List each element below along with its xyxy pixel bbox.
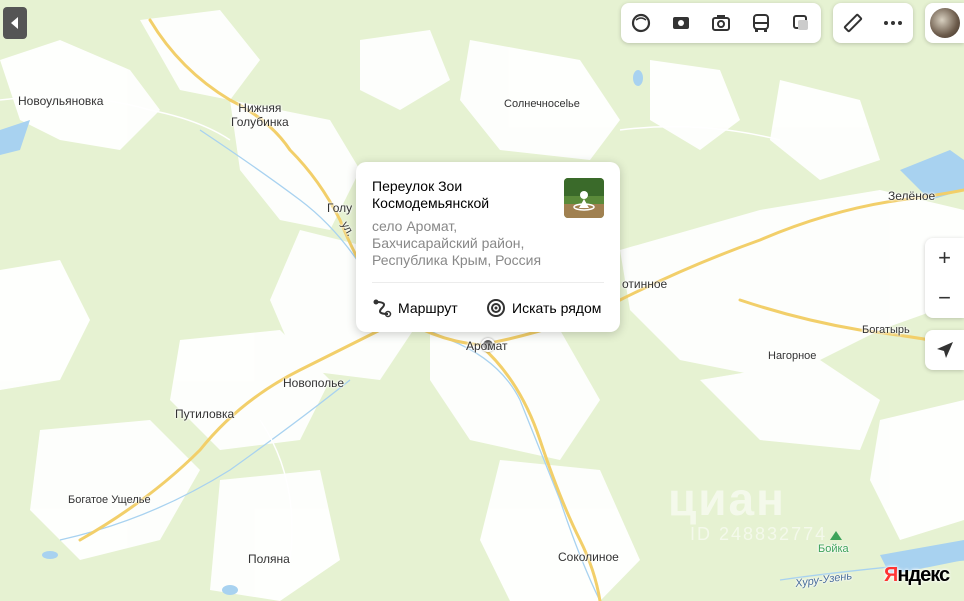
photo-button[interactable] xyxy=(701,3,741,43)
place-aromat[interactable]: Аромат xyxy=(466,339,508,353)
place-novoulyanovka[interactable]: Новоульяновка xyxy=(18,94,103,108)
layers-toolbar xyxy=(621,3,821,43)
place-novopole[interactable]: Новополье xyxy=(283,376,344,390)
mountain-icon xyxy=(830,531,842,540)
collapse-panel-button[interactable] xyxy=(3,7,27,39)
route-button[interactable]: Маршрут xyxy=(372,298,458,318)
place-bogatyr[interactable]: Богатырь xyxy=(862,323,910,337)
zoom-in-button[interactable]: + xyxy=(925,238,964,278)
place-kotinnoe[interactable]: отинное xyxy=(622,277,667,291)
place-card-address: село Аромат, Бахчисарайский район, Респу… xyxy=(372,218,542,268)
panorama-thumbnail-icon xyxy=(564,178,604,218)
divider xyxy=(372,282,604,283)
search-nearby-icon xyxy=(487,299,505,317)
watermark-logo: циан xyxy=(668,473,786,525)
user-avatar-button[interactable] xyxy=(925,3,964,43)
yandex-logo[interactable]: Яндекс xyxy=(884,564,950,587)
route-icon xyxy=(373,299,392,318)
place-polyana[interactable]: Поляна xyxy=(248,552,290,566)
watermark-id: ID 248832774 xyxy=(690,524,828,544)
ruler-icon xyxy=(843,13,863,33)
panorama-button[interactable] xyxy=(661,3,701,43)
place-putilovka[interactable]: Путиловка xyxy=(175,407,234,421)
place-solnechnoselye[interactable]: Солнечносelье xyxy=(504,97,580,111)
traffic-button[interactable] xyxy=(781,3,821,43)
avatar xyxy=(929,8,960,38)
place-nagornoe[interactable]: Нагорное xyxy=(768,349,816,363)
traffic-icon xyxy=(793,15,808,30)
place-goluba[interactable]: Голу xyxy=(327,201,352,215)
place-bogatoe-ushchelye[interactable]: Богатое Ущелье xyxy=(68,493,151,507)
transport-icon xyxy=(753,14,769,32)
search-nearby-label: Искать рядом xyxy=(512,300,602,316)
place-nizhnyaya-golubinka[interactable]: Нижняя Голубинка xyxy=(231,101,289,129)
zoom-out-button[interactable]: − xyxy=(925,278,964,318)
layers-icon xyxy=(631,13,651,33)
route-label: Маршрут xyxy=(398,300,458,316)
more-button[interactable] xyxy=(873,3,913,43)
search-nearby-button[interactable]: Искать рядом xyxy=(486,298,601,318)
layers-button[interactable] xyxy=(621,3,661,43)
zoom-control: + − xyxy=(925,238,964,318)
location-arrow-icon xyxy=(936,342,953,358)
place-zelenoe[interactable]: Зелёное xyxy=(888,189,935,203)
transport-button[interactable] xyxy=(741,3,781,43)
chevron-left-icon xyxy=(11,17,18,29)
geolocation-button[interactable] xyxy=(925,330,964,370)
photo-icon xyxy=(712,15,730,31)
place-card: Переулок Зои Космодемьянской село Аромат… xyxy=(356,162,620,332)
tools-toolbar xyxy=(833,3,913,43)
place-sokolinoe[interactable]: Соколиное xyxy=(558,550,619,564)
ruler-button[interactable] xyxy=(833,3,873,43)
more-icon xyxy=(884,21,902,25)
panorama-icon xyxy=(673,17,689,29)
place-card-photo[interactable] xyxy=(564,178,604,218)
place-card-title: Переулок Зои Космодемьянской xyxy=(372,178,490,211)
